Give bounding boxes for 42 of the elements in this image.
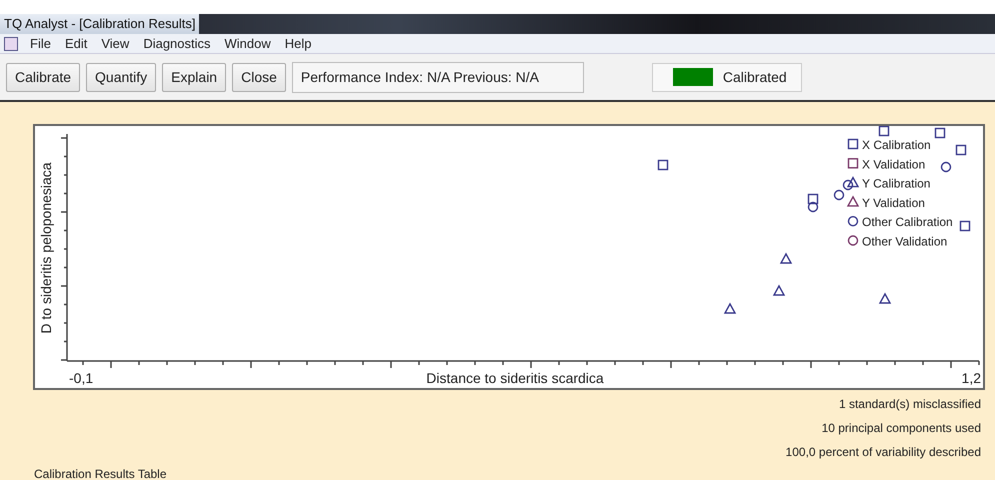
data-point [808,194,818,204]
app-icon[interactable] [4,36,18,50]
toolbar-button[interactable]: Close [232,62,286,92]
toolbar-button[interactable]: Calibrate [6,62,80,92]
menu-item[interactable]: Window [218,34,277,54]
summary-text: 100,0 percent of variability described [786,444,981,461]
menu-item[interactable]: Diagnostics [137,34,217,54]
summary-text: 10 principal components used [822,420,981,437]
data-point [772,284,786,296]
legend-label: Y Calibration [862,176,930,191]
data-point [808,202,818,212]
window-title: TQ Analyst - [Calibration Results] [0,14,200,34]
menu-item[interactable]: Help [278,34,318,54]
toolbar-button[interactable]: Quantify [86,62,156,92]
x-axis-max-label: 1,2 [962,370,981,386]
section-title: Calibration Results Table [33,466,168,480]
data-point [724,302,736,314]
data-point [940,162,952,172]
data-point [842,180,854,190]
legend-label: Y Validation [862,196,925,210]
performance-field: Performance Index: N/A Previous: N/A [292,62,584,92]
legend-label: Other Calibration [862,215,953,230]
legend-label: X Calibration [862,138,931,152]
y-axis-label: D to sideritis peloponesiaca [38,162,54,334]
menu-item[interactable]: Edit [58,34,94,54]
data-point [956,144,966,156]
legend-label: X Validation [862,157,926,172]
toolbar-button[interactable]: Explain [162,62,226,92]
data-point [658,160,668,170]
status-label: Calibrated [722,68,787,86]
data-point [934,128,946,138]
legend-label: Other Validation [862,234,948,248]
menu-item[interactable]: View [95,34,136,54]
data-point [780,252,792,264]
data-point [878,292,892,304]
menu-item[interactable]: File [24,34,57,54]
data-point [878,126,890,136]
data-point [960,220,970,232]
summary-text: 1 standard(s) misclassified [838,396,981,413]
x-axis-min-label: -0,1 [69,370,94,386]
data-point [834,190,844,200]
x-axis-label: Distance to sideritis scardica [426,370,604,386]
